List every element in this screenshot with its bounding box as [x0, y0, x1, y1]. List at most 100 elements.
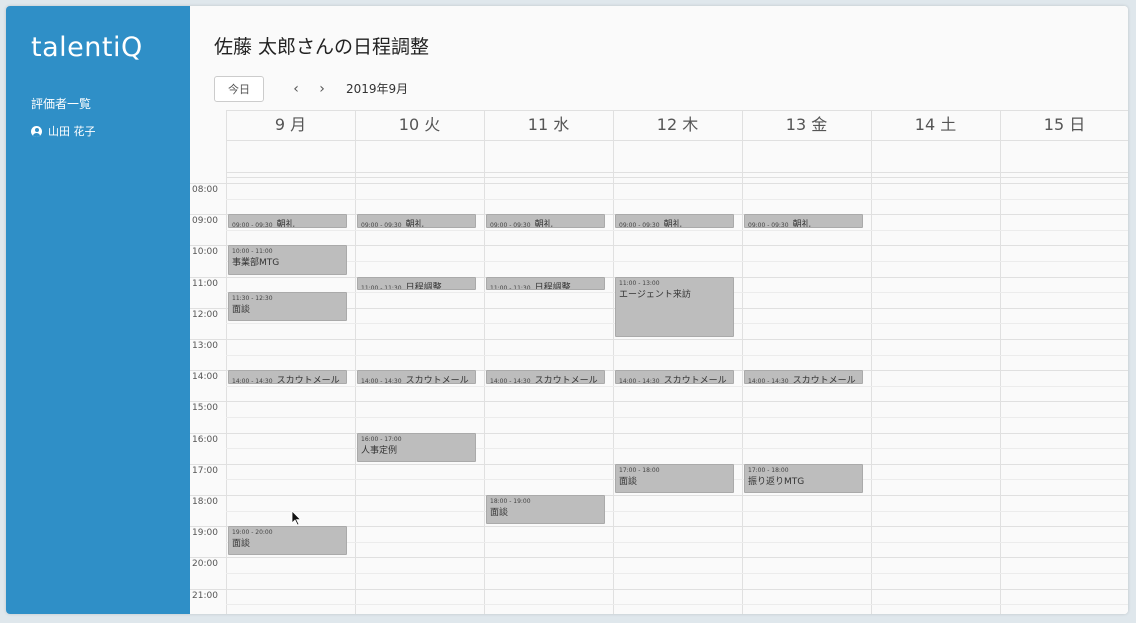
calendar-event[interactable]: 09:00 - 09:30 朝礼 [357, 214, 476, 228]
event-time: 09:00 - 09:30 [490, 222, 531, 228]
day-header[interactable]: 14 土 [871, 110, 1000, 140]
event-time: 09:00 - 09:30 [361, 222, 402, 228]
event-time: 09:00 - 09:30 [619, 222, 660, 228]
time-label: 08:00 [192, 185, 218, 195]
hour-gridline [190, 432, 1128, 434]
calendar-event[interactable]: 19:00 - 20:00 面談 [228, 526, 347, 556]
event-title: 面談 [619, 476, 638, 487]
calendar-event[interactable]: 16:00 - 17:00 人事定例 [357, 432, 476, 462]
calendar-event[interactable]: 11:30 - 12:30 面談 [228, 292, 347, 322]
event-time: 17:00 - 18:00 [619, 466, 660, 474]
event-time: 11:00 - 13:00 [619, 279, 660, 287]
calendar-event[interactable]: 11:00 - 13:00 エージェント来訪 [615, 276, 734, 337]
day-header[interactable]: 10 火 [355, 110, 484, 140]
current-month-label: 2019年9月 [346, 82, 409, 96]
page-title: 佐藤 太郎さんの日程調整 [214, 36, 430, 58]
main-content: 佐藤 太郎さんの日程調整 今日 ‹ › 2019年9月 9 月 10 火 11 水1… [190, 6, 1128, 614]
calendar-event[interactable]: 14:00 - 14:30 スカウトメール [486, 370, 605, 384]
calendar-event[interactable]: 17:00 - 18:00 振り返りMTG [744, 463, 863, 493]
event-time: 09:00 - 09:30 [232, 222, 273, 228]
next-week-icon[interactable]: › [312, 81, 332, 97]
event-time: 17:00 - 18:00 [748, 466, 789, 474]
time-label: 14:00 [192, 372, 218, 383]
sidebar-item-user[interactable]: 山田 花子 [31, 123, 96, 139]
half-hour-gridline [226, 354, 1128, 356]
time-label: 17:00 [192, 465, 218, 476]
time-label: 10:00 [192, 247, 218, 258]
half-hour-gridline [226, 261, 1128, 262]
sidebar-user-name: 山田 花子 [48, 125, 96, 138]
event-title: 面談 [232, 539, 251, 550]
event-title: スカウトメール [534, 376, 598, 384]
sidebar-heading-evaluators[interactable]: 評価者一覧 [31, 95, 91, 112]
event-time: 11:00 - 11:30 [490, 284, 531, 291]
event-time: 16:00 - 17:00 [361, 435, 402, 443]
app-logo[interactable]: talentiQ [31, 32, 143, 63]
event-title: 日程調整 [405, 282, 442, 291]
event-title: 朝礼 [792, 220, 811, 228]
half-hour-gridline [226, 417, 1128, 418]
time-label: 13:00 [192, 341, 218, 351]
event-title: 面談 [232, 305, 251, 316]
event-title: 面談 [490, 508, 509, 518]
header-divider [226, 110, 1128, 111]
mouse-cursor-icon [291, 510, 302, 526]
time-label: 19:00 [192, 528, 218, 539]
hour-gridline [190, 495, 1128, 496]
week-calendar: 9 月 10 火 11 水 12 木 13 金 14 土 15 日 08:00 09:00 10:… [190, 110, 1128, 614]
day-header[interactable]: 9 月 [226, 110, 355, 140]
calendar-event[interactable]: 14:00 - 14:30 スカウトメール [744, 370, 863, 384]
header-divider [226, 172, 1128, 173]
calendar-toolbar: 今日 ‹ › 2019年9月 [214, 75, 408, 102]
hour-gridline [190, 339, 1128, 340]
sidebar: talentiQ 評価者一覧 山田 花子 [6, 6, 190, 614]
calendar-event[interactable]: 10:00 - 11:00 事業部MTG [228, 245, 347, 275]
hour-gridline [190, 401, 1128, 403]
app-window: talentiQ 評価者一覧 山田 花子 佐藤 太郎さんの日程調整 今日 ‹ ›… [6, 6, 1128, 614]
day-header[interactable]: 11 水 [484, 110, 613, 140]
time-label: 11:00 [192, 278, 218, 289]
half-hour-gridline [226, 198, 1128, 200]
prev-week-icon[interactable]: ‹ [286, 81, 306, 97]
calendar-event[interactable]: 09:00 - 09:30 朝礼 [486, 214, 605, 228]
day-header[interactable]: 12 木 [613, 110, 742, 140]
day-header[interactable]: 13 金 [742, 110, 871, 140]
user-icon [31, 125, 42, 137]
event-time: 14:00 - 14:30 [361, 378, 402, 384]
event-title: 朝礼 [534, 220, 553, 228]
event-time: 14:00 - 14:30 [619, 378, 660, 384]
today-button[interactable]: 今日 [214, 75, 264, 102]
calendar-event[interactable]: 17:00 - 18:00 面談 [615, 463, 734, 493]
half-hour-gridline [226, 229, 1128, 231]
time-label: 15:00 [192, 403, 218, 414]
day-column-divider [355, 110, 356, 614]
time-label: 16:00 [192, 434, 218, 445]
event-title: 朝礼 [663, 220, 682, 228]
calendar-event[interactable]: 11:00 - 11:30 日程調整 [357, 276, 476, 291]
time-label: 18:00 [192, 497, 218, 507]
calendar-event[interactable]: 09:00 - 09:30 朝礼 [615, 214, 734, 228]
day-column-divider [613, 110, 614, 614]
event-time: 14:00 - 14:30 [490, 378, 531, 384]
event-time: 09:00 - 09:30 [748, 222, 789, 228]
event-title: スカウトメール [663, 376, 727, 384]
event-title: 朝礼 [276, 220, 295, 228]
calendar-event[interactable]: 09:00 - 09:30 朝礼 [228, 214, 347, 228]
day-header[interactable]: 15 日 [1000, 110, 1128, 140]
event-title: 日程調整 [534, 282, 571, 291]
calendar-event[interactable]: 11:00 - 11:30 日程調整 [486, 276, 605, 291]
time-label: 12:00 [192, 309, 218, 320]
calendar-event[interactable]: 14:00 - 14:30 スカウトメール [615, 370, 734, 384]
calendar-event[interactable]: 18:00 - 19:00 面談 [486, 495, 605, 525]
time-label: 20:00 [192, 559, 218, 570]
calendar-event[interactable]: 09:00 - 09:30 朝礼 [744, 214, 863, 228]
hour-gridline [190, 183, 1128, 184]
calendar-event[interactable]: 14:00 - 14:30 スカウトメール [228, 370, 347, 384]
event-time: 10:00 - 11:00 [232, 248, 273, 256]
day-column-divider [742, 110, 743, 614]
header-divider [226, 177, 1128, 178]
event-time: 14:00 - 14:30 [232, 378, 273, 384]
event-title: スカウトメール [276, 376, 340, 384]
half-hour-gridline [226, 573, 1128, 574]
calendar-event[interactable]: 14:00 - 14:30 スカウトメール [357, 370, 476, 384]
